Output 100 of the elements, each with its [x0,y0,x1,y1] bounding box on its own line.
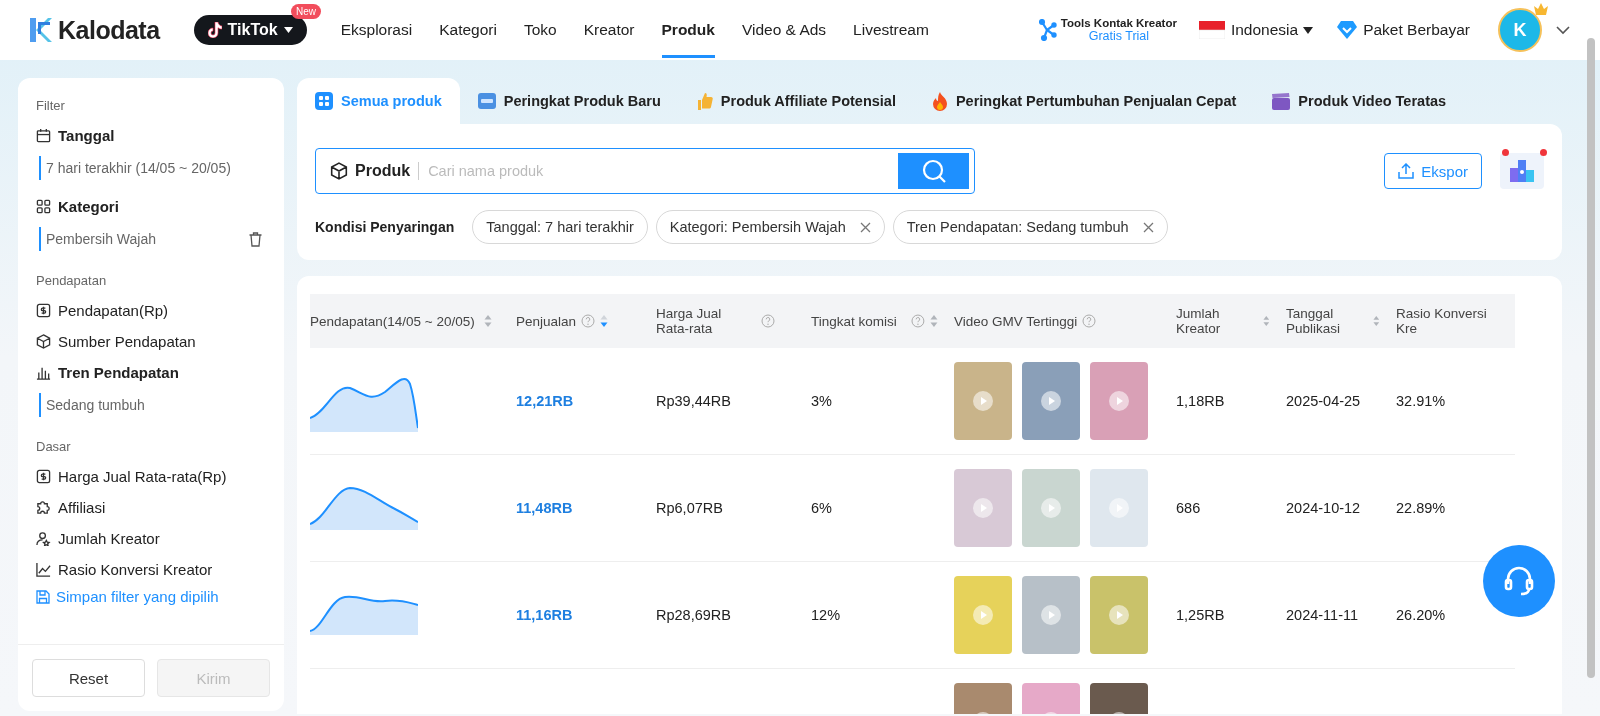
trash-icon[interactable] [249,231,262,247]
logo-text: Kalodata [58,15,160,45]
flag-icon [1198,21,1225,39]
clapperboard-icon [1272,92,1291,110]
grid-icon [315,92,333,110]
save-icon [36,589,50,604]
video-thumbnail[interactable] [954,362,1012,440]
diamond-icon [1337,21,1358,39]
filter-label[interactable]: Tren Pendapatan [58,364,179,381]
column-header[interactable]: Harga Jual Rata-rata [656,306,756,336]
fire-icon [931,91,948,111]
video-thumbnail[interactable] [1022,469,1080,547]
close-icon[interactable] [859,221,871,233]
column-header[interactable]: Rasio Konversi Kre [1396,306,1507,336]
video-thumbnail[interactable] [1090,362,1148,440]
filter-conditions-label: Kondisi Penyaringan [315,219,455,235]
platform-dropdown[interactable]: TikTok [193,15,307,45]
filter-label[interactable]: Pendapatan(Rp) [58,302,169,319]
upload-icon [1398,163,1415,179]
nav-link[interactable]: Eksplorasi [340,2,413,58]
column-header[interactable]: Penjualan [516,313,577,329]
table-cell: Rp39,44RB [656,393,731,409]
video-thumbnail[interactable] [1022,362,1080,440]
nav-link[interactable]: Video & Ads [741,2,827,58]
new-label-icon [477,93,496,109]
video-thumbnail[interactable] [954,469,1012,547]
nav-link[interactable]: Toko [523,2,557,58]
network-icon [1038,19,1057,41]
search-scope: Produk [355,162,420,180]
table-cell: Rp6,07RB [656,500,723,516]
language-dropdown[interactable]: Indonesia [1230,21,1314,39]
video-thumbnail[interactable] [1090,576,1148,654]
chip-label: Kategori: Pembersih Wajah [669,219,846,235]
play-icon [1040,604,1062,626]
user-icon [36,531,51,546]
nav-link[interactable]: Livestream [853,2,929,58]
filter-value: Pembersih Wajah [46,230,156,249]
column-header[interactable]: Jumlah Kreator [1176,306,1259,336]
new-badge: New [291,4,321,19]
search-icon [920,158,947,184]
tab[interactable]: Produk Video Teratas [1254,78,1465,124]
close-icon[interactable] [1142,221,1154,233]
play-icon [1040,390,1062,412]
caret-icon [1303,26,1314,34]
calendar-icon [36,128,51,143]
filter-label[interactable]: Tanggal [58,127,115,144]
tab[interactable]: Peringkat Pertumbuhan Penjualan Cepat [913,78,1255,124]
search-field[interactable]: Produk Cari nama produk [315,148,975,194]
tab[interactable]: Produk Affiliate Potensial [678,78,914,124]
sort-icon[interactable] [1373,315,1380,327]
table-cell: 32.91% [1396,393,1446,409]
filter-value: 7 hari terakhir (14/05 ~ 20/05) [46,159,231,178]
logo-icon [30,18,52,42]
column-header[interactable]: Pendapatan(14/05 ~ 20/05) [310,313,475,329]
nav-link[interactable]: Kreator [583,2,635,58]
table-cell: 22.89% [1396,500,1446,516]
sort-icon[interactable] [1263,315,1270,327]
chevron-down-icon[interactable] [1556,25,1570,35]
dollar-icon [36,469,51,484]
line-icon [36,562,51,577]
column-header[interactable]: Tanggal Publikasi [1286,306,1369,336]
grid-icon [36,199,51,214]
sort-icon[interactable] [600,315,609,327]
table-cell: 1,25RB [1176,607,1225,623]
filter-label[interactable]: Affiliasi [58,499,106,516]
play-icon [1108,497,1130,519]
sales-value: 11,16RB [516,607,573,623]
table-cell: 2025-04-25 [1286,393,1361,409]
dashboard-button[interactable] [1500,153,1544,189]
cube-icon [330,162,348,180]
column-header[interactable]: Tingkat komisi [811,313,907,329]
filter-label[interactable]: Jumlah Kreator [58,530,160,547]
filter-label[interactable]: Harga Jual Rata-rata(Rp) [58,468,227,485]
column-header[interactable]: Video GMV Tertinggi [954,313,1078,329]
headset-icon [1502,564,1536,598]
nav-link[interactable]: Kategori [439,2,497,58]
tab[interactable]: Peringkat Produk Baru [459,78,679,124]
paid-plan-link[interactable]: Paket Berbayar [1363,21,1470,39]
video-thumbnail[interactable] [1090,469,1148,547]
filter-label[interactable]: Rasio Konversi Kreator [58,561,213,578]
play-icon [972,390,994,412]
crown-icon [1534,3,1548,15]
reset-button[interactable]: Reset [32,659,145,697]
play-icon [1108,390,1130,412]
scrollbar[interactable] [1587,38,1595,678]
tools-title[interactable]: Tools Kontak Kreator [1060,17,1177,29]
video-thumbnail[interactable] [954,576,1012,654]
nav-link[interactable]: Produk [661,2,715,58]
filter-label[interactable]: Kategori [58,198,119,215]
search-button[interactable] [898,153,969,189]
section-heading: Dasar [36,439,72,454]
filter-value: Sedang tumbuh [46,396,145,415]
sort-icon[interactable] [483,315,492,327]
video-thumbnail[interactable] [1022,576,1080,654]
table-cell: 686 [1176,500,1201,516]
filter-label[interactable]: Sumber Pendapatan [58,333,196,350]
play-icon [972,497,994,519]
sort-icon[interactable] [930,315,938,327]
dollar-icon [36,303,51,318]
play-icon [1040,497,1062,519]
